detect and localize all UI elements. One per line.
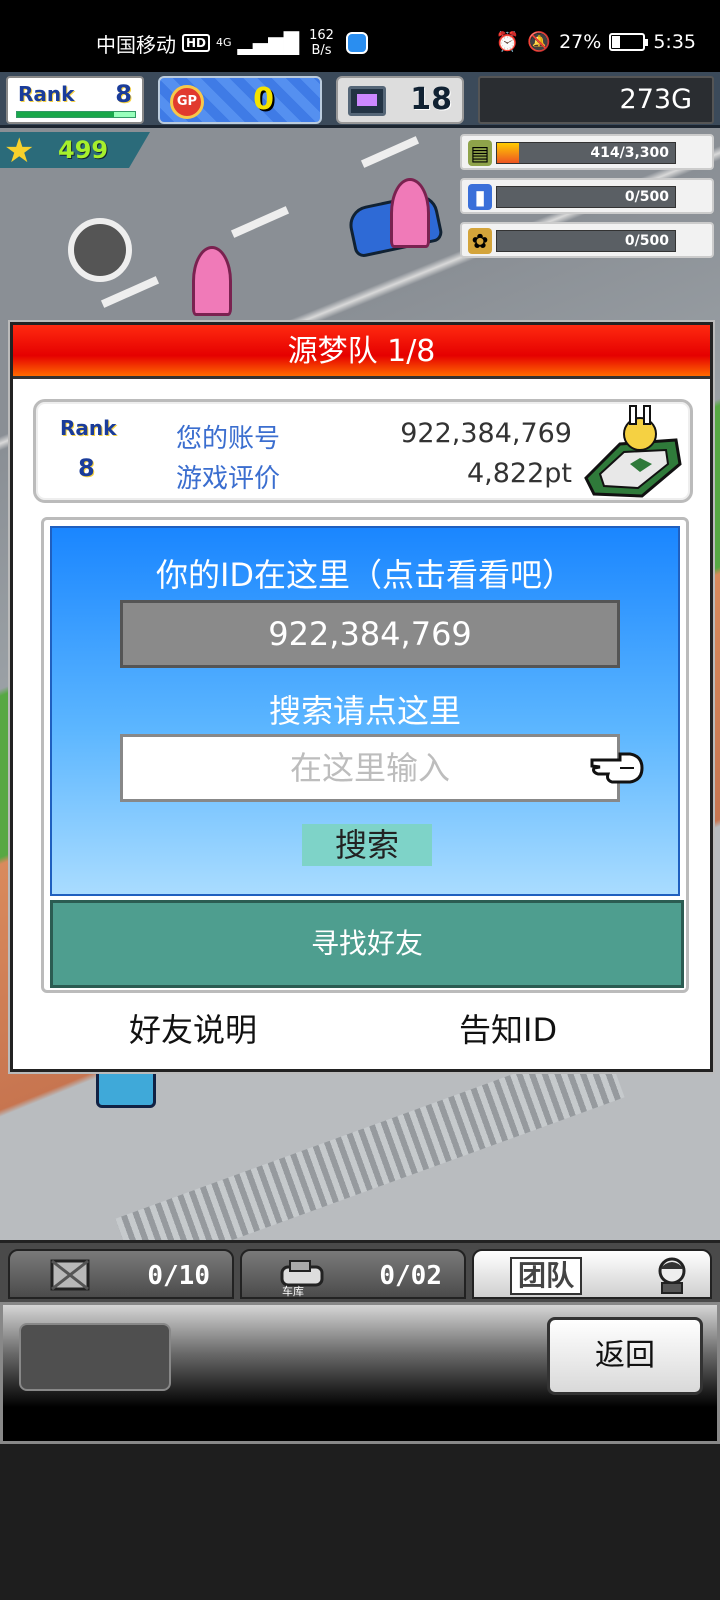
team-tab-label: 团队 [510,1257,583,1295]
account-value: 922,384,769 [400,418,572,449]
network-speed: 162 B/s [309,28,334,58]
id-search-panel: 你的ID在这里（点击看看吧） 922,384,769 搜索请点这里 在这里输入 … [41,517,689,993]
rating-value: 4,822pt [466,458,572,489]
garage-count: 0/02 [379,1261,442,1291]
tab-team[interactable]: 团队 [472,1249,712,1299]
resource-wheat[interactable]: ✿ 0/500 [460,222,714,258]
star-value: 499 [58,136,109,164]
tab-garage[interactable]: 车库 0/02 [240,1249,466,1299]
money-display[interactable]: 273G [478,76,714,124]
network-type: 4G [216,36,232,49]
clock: 5:35 [653,30,696,53]
status-bar: 中国移动 HD 4G ▂▄▆█ 162 B/s ⏰ 🔕 27% 5:35 [0,0,720,72]
resource-text: 0/500 [624,233,669,249]
card-rank-label: Rank [60,416,117,440]
friend-help-link[interactable]: 好友说明 [129,1005,257,1051]
search-button[interactable]: 搜索 [302,824,432,866]
rank-progress-bar [16,111,136,118]
id-heading: 你的ID在这里（点击看看吧） [155,556,575,594]
search-heading: 搜索请点这里 [268,692,461,730]
resource-text: 0/500 [624,189,669,205]
kart-avatar-icon [584,405,682,498]
hd-badge: HD [182,34,211,52]
battery-icon [609,32,649,51]
back-button[interactable]: 返回 [547,1317,703,1395]
crate-icon [50,1259,90,1291]
computer-display[interactable]: 18 [336,76,464,124]
id-search-area: 你的ID在这里（点击看看吧） 922,384,769 搜索请点这里 在这里输入 … [50,526,680,896]
tire-sprite [68,218,132,282]
search-id-input[interactable]: 在这里输入 [120,734,620,802]
girl-sprite [192,246,232,316]
rank-value: 8 [115,80,132,108]
battery-percent: 27% [559,30,602,53]
items-count: 0/10 [147,1261,210,1291]
mute-icon: 🔕 [527,31,552,53]
staff-avatar-icon [658,1257,686,1294]
find-friends-button[interactable]: 寻找好友 [50,900,684,988]
resource-fill [497,143,520,163]
fuel-bottle-icon: ▮ [468,184,492,210]
wheat-icon: ✿ [468,228,492,254]
tab-items[interactable]: 0/10 [8,1249,234,1299]
alarm-icon: ⏰ [495,31,520,53]
bottom-panel: 返回 [0,1302,720,1444]
app-notification-icon [345,32,368,54]
resource-coins[interactable]: ▤ 414/3,300 [460,134,714,170]
resource-bar: 0/500 [496,230,676,252]
battery-level [612,35,621,48]
star-icon: ★ [4,131,35,171]
rank-label: Rank [18,82,75,106]
game-top-bar: Rank 8 GP 0 18 273G [0,72,720,128]
speed-unit: B/s [311,43,332,58]
pointing-hand-icon [590,752,644,784]
account-info-card: Rank 8 您的账号 922,384,769 游戏评价 4,822pt [33,399,693,503]
rank-display[interactable]: Rank 8 [6,76,144,124]
bottom-tab-strip: 0/10 车库 0/02 团队 [0,1240,720,1302]
rank-progress-fill [17,112,114,117]
game-screen: 中国移动 HD 4G ▂▄▆█ 162 B/s ⏰ 🔕 27% 5:35 Ran… [0,0,720,1600]
rating-label: 游戏评价 [176,464,281,494]
gp-value: 0 [253,82,274,117]
computer-value: 18 [410,82,452,117]
driver-sprite [390,178,430,248]
friends-modal: 源梦队 1/8 Rank 8 您的账号 922,384,769 游戏评价 4,8… [10,322,713,1072]
carrier-name: 中国移动 [96,32,176,57]
share-id-link[interactable]: 告知ID [459,1005,557,1051]
road-marking [100,276,160,308]
road-marking [230,206,290,238]
status-left: 中国移动 HD 4G ▂▄▆█ 162 B/s [96,28,368,58]
resource-text: 414/3,300 [590,145,669,161]
star-counter[interactable]: ★ 499 [0,132,150,168]
modal-footer: 好友说明 告知ID [13,1005,710,1065]
garage-label: 车库 [282,1285,304,1298]
resource-bar: 0/500 [496,186,676,208]
account-label: 您的账号 [176,424,281,454]
gp-coin-icon: GP [170,85,204,119]
empty-slot[interactable] [19,1323,171,1391]
resource-fuel[interactable]: ▮ 0/500 [460,178,714,214]
speed-value: 162 [309,28,334,43]
modal-title: 源梦队 1/8 [13,325,710,379]
computer-icon [348,86,386,116]
signal-icon: ▂▄▆█ [237,31,300,55]
status-right: ⏰ 🔕 27% 5:35 [495,30,696,54]
my-id-field[interactable]: 922,384,769 [120,600,620,668]
card-rank-value: 8 [78,454,95,482]
resource-bar: 414/3,300 [496,142,676,164]
road-marking [360,136,420,168]
system-nav-area [0,1444,720,1600]
gp-display[interactable]: GP 0 [158,76,322,124]
coin-stack-icon: ▤ [468,140,492,166]
